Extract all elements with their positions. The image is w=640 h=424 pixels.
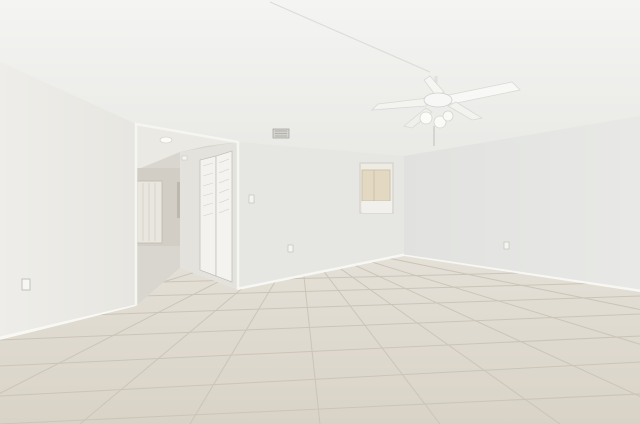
hallway-far-door <box>136 180 163 244</box>
outlet-back <box>287 244 294 253</box>
hallway-light <box>159 136 173 144</box>
outlet-right <box>503 241 510 250</box>
smoke-detector <box>181 155 188 161</box>
room-illustration <box>0 0 640 424</box>
kitchen-cabinet <box>361 169 391 202</box>
light-switch <box>248 194 255 204</box>
room-photo <box>0 0 640 424</box>
closet-door-left <box>199 155 217 277</box>
fan-motor-housing <box>423 92 453 108</box>
closet-door-right <box>215 150 233 283</box>
fan-light-bulb <box>419 111 433 125</box>
outlet-left <box>21 278 31 291</box>
fan-light-bulb <box>442 110 454 122</box>
